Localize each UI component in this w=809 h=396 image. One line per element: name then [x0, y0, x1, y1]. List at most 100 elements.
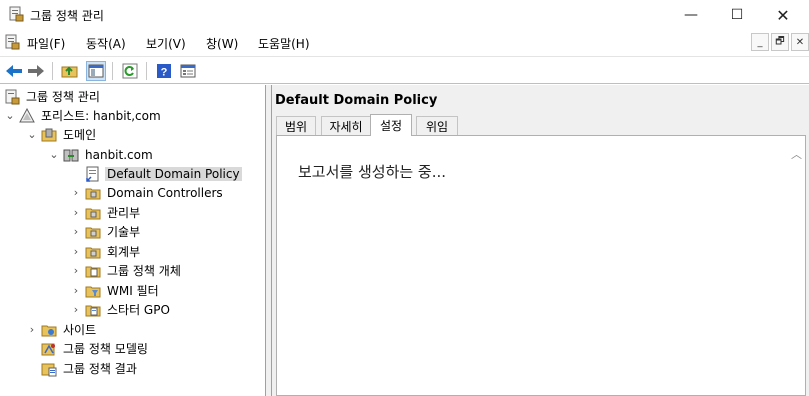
chevron-right-icon[interactable]: ›: [70, 284, 82, 297]
ou-folder-icon: [85, 208, 101, 219]
chevron-right-icon[interactable]: ›: [70, 186, 82, 199]
title-bar: 그룹 정책 관리 — ☐ ✕: [0, 0, 809, 30]
tree-node-domain-controllers[interactable]: › Domain Controllers: [70, 183, 225, 202]
ou-folder-icon: [85, 188, 101, 199]
tree-node-label: Domain Controllers: [107, 185, 223, 200]
toolbar-separator: [146, 62, 147, 80]
tab-scope[interactable]: 범위: [276, 116, 316, 136]
tree-node-label: WMI 필터: [107, 284, 159, 298]
back-icon: [6, 65, 22, 77]
ou-folder-icon: [85, 247, 101, 258]
details-pane: Default Domain Policy 범위 자세히 설정 위임 보고서를 …: [272, 85, 809, 396]
tree-node-label: 기술부: [107, 225, 141, 239]
settings-report-area[interactable]: 보고서를 생성하는 중... ︿: [276, 135, 806, 396]
refresh-icon: [122, 63, 138, 79]
show-hide-tree-button[interactable]: [86, 61, 106, 81]
menu-view[interactable]: 보기(V): [146, 35, 186, 52]
up-folder-icon: [61, 66, 78, 78]
chevron-down-icon[interactable]: ⌄: [26, 128, 38, 141]
tab-details[interactable]: 자세히: [321, 116, 371, 136]
tree-node-domains[interactable]: ⌄ 도메인: [26, 125, 98, 144]
tab-settings[interactable]: 설정: [370, 114, 412, 136]
show-hide-tree-icon: [88, 64, 104, 78]
menu-help[interactable]: 도움말(H): [258, 35, 310, 52]
forward-button[interactable]: [26, 61, 46, 81]
tree-node-sites[interactable]: › 사이트: [26, 320, 98, 339]
scroll-up-icon[interactable]: ︿: [788, 146, 805, 161]
gpo-link-icon: [86, 166, 99, 182]
tree-node-gpo-objects[interactable]: › 그룹 정책 개체: [70, 261, 183, 280]
domain-icon: [63, 149, 79, 161]
toolbar-separator: [52, 62, 53, 80]
tree-node-label: 그룹 정책 결과: [63, 362, 137, 376]
forest-triangle-icon: [19, 107, 35, 122]
minimize-button[interactable]: —: [668, 0, 714, 30]
tree-node-default-domain-policy[interactable]: Default Domain Policy: [70, 164, 242, 183]
gpmc-icon: [9, 6, 24, 22]
tree-node-label: 도메인: [63, 128, 97, 142]
chevron-down-icon[interactable]: ⌄: [48, 148, 60, 161]
menu-window[interactable]: 창(W): [206, 35, 238, 52]
toolbar: ?: [0, 56, 809, 84]
tree-node-gp-results[interactable]: 그룹 정책 결과: [26, 359, 139, 378]
tree-node-label: 그룹 정책 개체: [107, 264, 181, 278]
vertical-scrollbar[interactable]: ︿: [788, 136, 805, 395]
tree-node-ou-tech[interactable]: › 기술부: [70, 222, 142, 241]
tree-node-gp-modeling[interactable]: 그룹 정책 모델링: [26, 339, 150, 358]
help-button[interactable]: ?: [154, 61, 174, 81]
up-one-level-button[interactable]: [60, 61, 80, 81]
tree-node-label: hanbit.com: [85, 147, 153, 162]
chevron-down-icon[interactable]: ⌄: [4, 109, 16, 122]
chevron-right-icon[interactable]: ›: [70, 303, 82, 316]
gpo-folder-icon: [85, 266, 101, 277]
console-window-icon[interactable]: [4, 34, 20, 50]
tree-node-label: 회계부: [107, 245, 141, 259]
back-button[interactable]: [4, 61, 24, 81]
maximize-button[interactable]: ☐: [714, 0, 760, 30]
loading-message: 보고서를 생성하는 중...: [298, 163, 447, 181]
tree-node-label: 그룹 정책 관리: [26, 90, 100, 104]
refresh-button[interactable]: [120, 61, 140, 81]
tree-node-label: 그룹 정책 모델링: [63, 342, 148, 356]
chevron-right-icon[interactable]: ›: [70, 206, 82, 219]
mdi-minimize-button[interactable]: _: [751, 33, 769, 51]
menu-file[interactable]: 파일(F): [27, 35, 65, 52]
tab-delegation[interactable]: 위임: [416, 116, 458, 136]
modeling-icon: [41, 343, 55, 355]
properties-icon: [180, 64, 196, 78]
tree-node-ou-admin[interactable]: › 관리부: [70, 203, 142, 222]
tree-node-starter-gpos[interactable]: › 스타터 GPO: [70, 300, 172, 319]
tree-node-forest[interactable]: ⌄ 포리스트: hanbit,com: [4, 106, 163, 125]
help-icon: ?: [157, 64, 171, 79]
starter-gpo-folder-icon: [85, 305, 101, 316]
mdi-restore-button[interactable]: 🗗: [771, 33, 789, 51]
forward-icon: [28, 65, 44, 77]
domains-folder-icon: [41, 128, 57, 141]
tree-node-label: 사이트: [63, 323, 97, 337]
menu-action[interactable]: 동작(A): [86, 35, 126, 52]
tree-node-ou-accounting[interactable]: › 회계부: [70, 242, 142, 261]
tree-node-label: Default Domain Policy: [105, 166, 242, 181]
menu-bar: 파일(F) 동작(A) 보기(V) 창(W) 도움말(H) _ 🗗 ✕: [0, 30, 809, 54]
chevron-right-icon[interactable]: ›: [70, 264, 82, 277]
tree-node-label: 스타터 GPO: [107, 303, 170, 317]
gpmc-icon: [5, 89, 20, 104]
chevron-right-icon[interactable]: ›: [70, 225, 82, 238]
tree-node-gpmc-root[interactable]: 그룹 정책 관리: [4, 87, 102, 106]
chevron-right-icon[interactable]: ›: [26, 323, 38, 336]
details-heading: Default Domain Policy: [275, 93, 438, 108]
wmi-filter-folder-icon: [85, 286, 101, 297]
toolbar-separator: [112, 62, 113, 80]
chevron-right-icon[interactable]: ›: [70, 245, 82, 258]
results-icon: [41, 363, 57, 376]
tree-node-label: 관리부: [107, 206, 141, 220]
mdi-controls: _ 🗗 ✕: [749, 33, 809, 51]
properties-button[interactable]: [178, 61, 198, 81]
close-button[interactable]: ✕: [760, 0, 806, 30]
tree-node-domain-hanbit[interactable]: ⌄ hanbit.com: [48, 145, 155, 164]
console-tree[interactable]: 그룹 정책 관리 ⌄ 포리스트: hanbit,com ⌄ 도메인 ⌄ hanb…: [0, 85, 266, 396]
tree-node-wmi-filters[interactable]: › WMI 필터: [70, 281, 161, 300]
window-title: 그룹 정책 관리: [30, 9, 104, 23]
tree-node-label: 포리스트: hanbit,com: [41, 109, 161, 123]
mdi-close-button[interactable]: ✕: [791, 33, 809, 51]
